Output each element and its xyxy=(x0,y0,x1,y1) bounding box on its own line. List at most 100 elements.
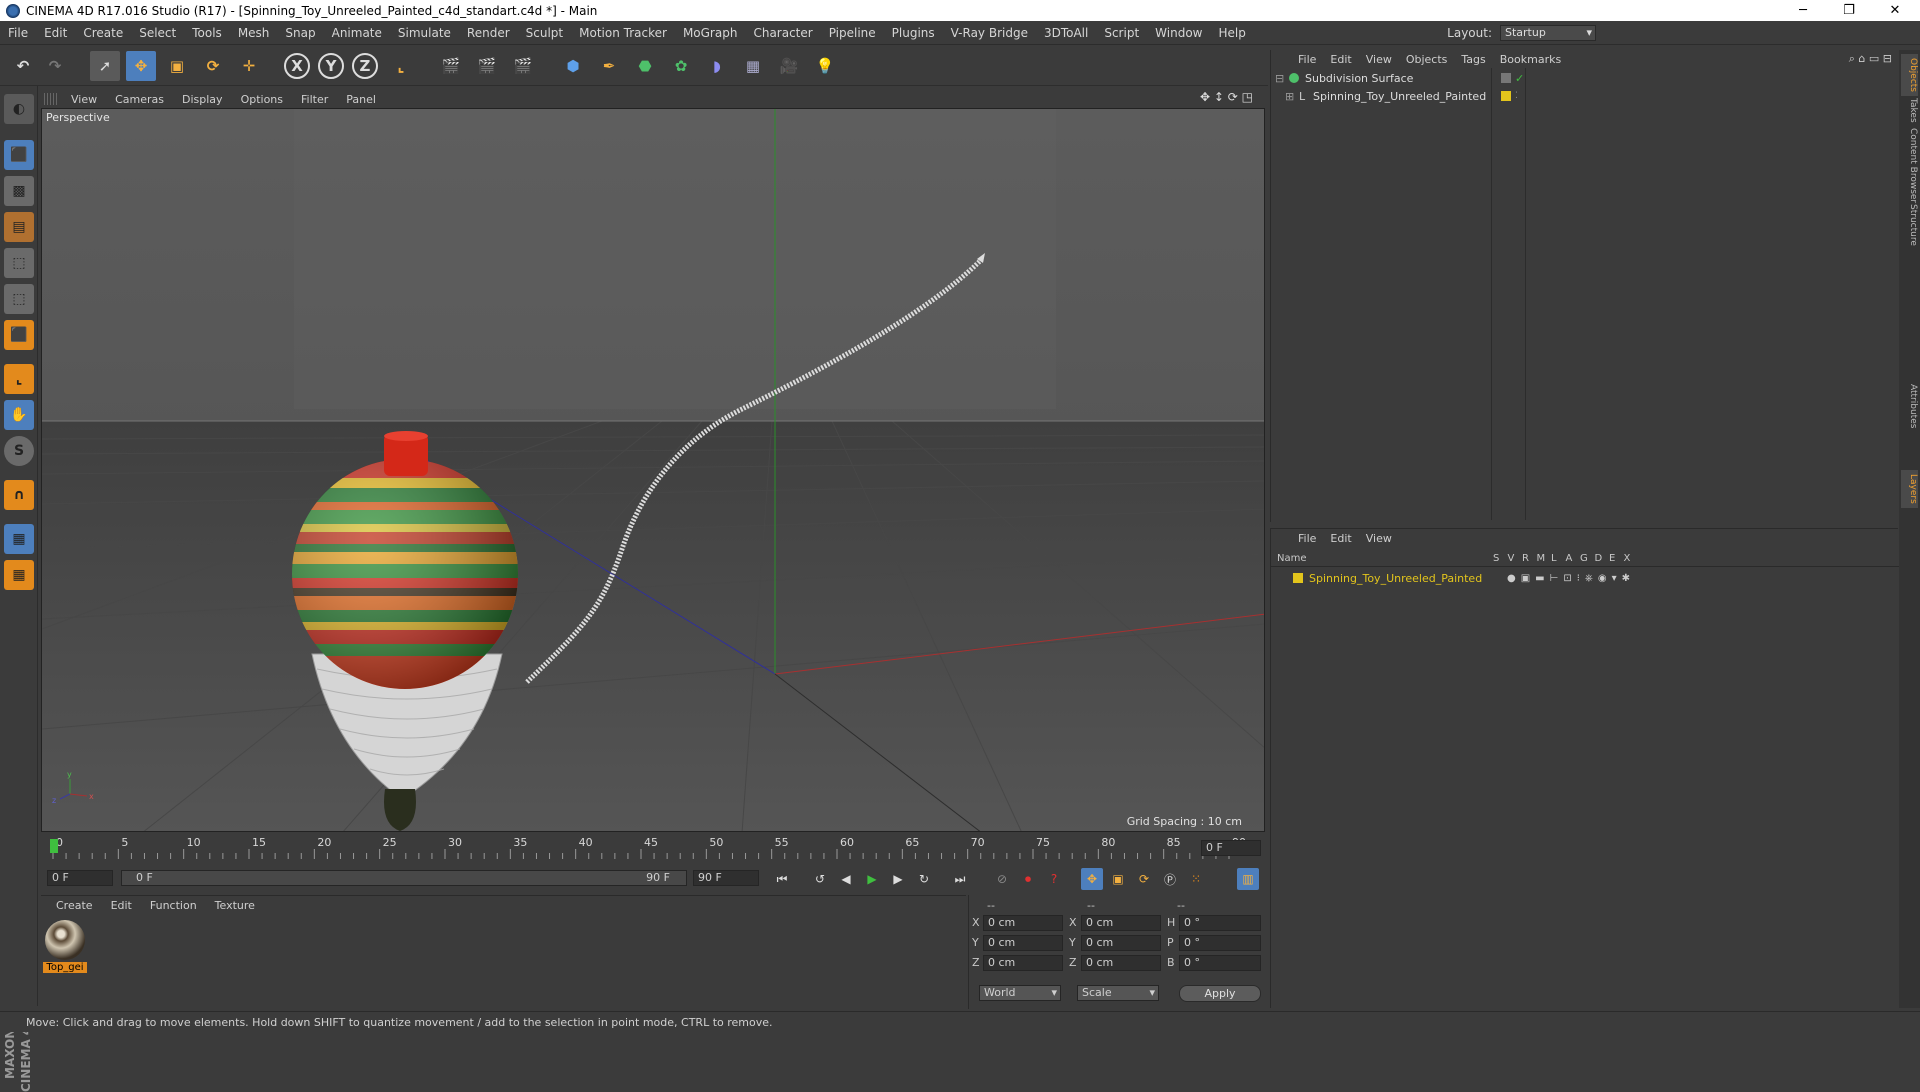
play-button[interactable]: ▶ xyxy=(861,868,883,890)
key-scale-button[interactable]: ▣ xyxy=(1107,868,1129,890)
menu-item-snap[interactable]: Snap xyxy=(277,26,323,40)
soft-selection-button[interactable]: ▦ xyxy=(4,560,34,590)
axis-y-lock-button[interactable]: Y xyxy=(318,53,344,79)
add-light-button[interactable]: 💡 xyxy=(810,51,840,81)
start-frame-field[interactable]: 0 F xyxy=(47,870,113,886)
viewport-menu-options[interactable]: Options xyxy=(232,93,292,106)
orbit-icon[interactable]: ⟳ xyxy=(1228,90,1238,104)
material-menu-texture[interactable]: Texture xyxy=(206,899,264,912)
menu-item-motion-tracker[interactable]: Motion Tracker xyxy=(571,26,675,40)
collapse-icon[interactable]: ⊟ xyxy=(1275,72,1285,85)
layer-column-v[interactable]: V xyxy=(1508,553,1515,564)
timeline-ruler[interactable]: 051015202530354045505560657075808590 0 F xyxy=(41,835,1266,861)
editor-visibility-icon[interactable] xyxy=(1501,73,1511,83)
layer-row[interactable]: Spinning_Toy_Unreeled_Painted ●▣▬⊢⊡⁝⎈◉▾✱ xyxy=(1281,569,1891,587)
enabled-check-icon[interactable]: ✓ xyxy=(1515,72,1524,85)
add-subdivision-button[interactable]: ⬣ xyxy=(630,51,660,81)
viewport-menu-panel[interactable]: Panel xyxy=(337,93,385,106)
viewport-menu-display[interactable]: Display xyxy=(173,93,232,106)
layer-column-x[interactable]: X xyxy=(1624,553,1631,564)
layer-color-swatch[interactable] xyxy=(1293,573,1303,583)
add-floor-button[interactable]: ▦ xyxy=(738,51,768,81)
menu-item-animate[interactable]: Animate xyxy=(324,26,390,40)
key-position-button[interactable]: ✥ xyxy=(1081,868,1103,890)
menu-item-script[interactable]: Script xyxy=(1096,26,1147,40)
layer-color-tag[interactable] xyxy=(1501,91,1511,101)
add-deformer-button[interactable]: ◗ xyxy=(702,51,732,81)
coord-size-y-field[interactable]: 0 cm xyxy=(1081,935,1161,951)
make-editable-button[interactable]: ◐ xyxy=(4,94,34,124)
undo-button[interactable]: ↶ xyxy=(8,51,38,81)
close-button[interactable]: ✕ xyxy=(1872,0,1918,21)
viewport-menu-view[interactable]: View xyxy=(62,93,106,106)
menu-item-character[interactable]: Character xyxy=(745,26,820,40)
visibility-dots-icon[interactable]: ⁚ xyxy=(1515,91,1518,101)
layer-column-r[interactable]: R xyxy=(1522,553,1529,564)
coord-position-z-field[interactable]: 0 cm xyxy=(983,955,1063,971)
coord-position-x-field[interactable]: 0 cm xyxy=(983,915,1063,931)
maximize-view-icon[interactable]: ◳ xyxy=(1242,90,1253,104)
object-row-subdivision-surface[interactable]: ⊟ Subdivision Surface ✓ xyxy=(1275,69,1875,87)
menu-item-window[interactable]: Window xyxy=(1147,26,1210,40)
object-menu-objects[interactable]: Objects xyxy=(1399,53,1455,66)
add-mograph-button[interactable]: ✿ xyxy=(666,51,696,81)
axis-z-lock-button[interactable]: Z xyxy=(352,53,378,79)
coord-size-x-field[interactable]: 0 cm xyxy=(1081,915,1161,931)
layer-column-l[interactable]: L xyxy=(1551,553,1557,564)
minimize-button[interactable]: ─ xyxy=(1780,0,1826,21)
new-view-icon[interactable]: ▭ xyxy=(1869,52,1879,65)
current-frame-field[interactable]: 0 F xyxy=(1201,840,1261,856)
menu-item-sculpt[interactable]: Sculpt xyxy=(518,26,571,40)
keyframe-selection-button[interactable]: ? xyxy=(1043,868,1065,890)
coord-rotation-p-field[interactable]: 0 ° xyxy=(1179,935,1261,951)
menu-item-edit[interactable]: Edit xyxy=(36,26,75,40)
magnet-button[interactable]: ∩ xyxy=(4,480,34,510)
snap-button[interactable]: S xyxy=(4,436,34,466)
layer-menu-view[interactable]: View xyxy=(1359,532,1399,545)
next-frame-button[interactable]: ▶ xyxy=(887,868,909,890)
move-tool-button[interactable]: ✥ xyxy=(126,51,156,81)
menu-item-render[interactable]: Render xyxy=(459,26,518,40)
apply-button[interactable]: Apply xyxy=(1179,985,1261,1002)
end-frame-field[interactable]: 90 F xyxy=(693,870,759,886)
menu-item-v-ray-bridge[interactable]: V-Ray Bridge xyxy=(943,26,1036,40)
frame-range-slider[interactable]: 0 F 90 F xyxy=(121,870,687,886)
object-menu-edit[interactable]: Edit xyxy=(1323,53,1358,66)
menu-item-tools[interactable]: Tools xyxy=(184,26,230,40)
render-to-picture-viewer-button[interactable]: 🎬 xyxy=(472,51,502,81)
goto-end-button[interactable]: ⏭ xyxy=(949,868,971,890)
layer-column-s[interactable]: S xyxy=(1493,553,1499,564)
home-icon[interactable]: ⌂ xyxy=(1858,52,1865,65)
workplane-lock-button[interactable]: ▦ xyxy=(4,524,34,554)
polygons-mode-button[interactable]: ⬛ xyxy=(4,320,34,350)
side-tab-content-browser[interactable]: Content Browser xyxy=(1901,124,1918,207)
layer-column-g[interactable]: G xyxy=(1580,553,1588,564)
scale-tool-button[interactable]: ▣ xyxy=(162,51,192,81)
add-spline-button[interactable]: ✒ xyxy=(594,51,624,81)
pan-icon[interactable]: ✥ xyxy=(1200,90,1210,104)
side-tab-attributes[interactable]: Attributes xyxy=(1901,380,1918,432)
axis-x-lock-button[interactable]: X xyxy=(284,53,310,79)
material-menu-function[interactable]: Function xyxy=(141,899,206,912)
coord-size-z-field[interactable]: 0 cm xyxy=(1081,955,1161,971)
menu-item-simulate[interactable]: Simulate xyxy=(390,26,459,40)
layout-dropdown[interactable]: Startup ▾ xyxy=(1500,25,1596,41)
menu-item-file[interactable]: File xyxy=(0,26,36,40)
timeline-playhead[interactable] xyxy=(50,839,58,853)
viewport-menu-filter[interactable]: Filter xyxy=(292,93,337,106)
coord-rotation-b-field[interactable]: 0 ° xyxy=(1179,955,1261,971)
side-tab-structure[interactable]: Structure xyxy=(1901,200,1918,250)
prev-frame-button[interactable]: ◀ xyxy=(835,868,857,890)
redo-button[interactable]: ↷ xyxy=(40,51,70,81)
live-selection-button[interactable]: ✛ xyxy=(234,51,264,81)
goto-start-button[interactable]: ⏮ xyxy=(771,868,793,890)
add-cube-button[interactable]: ⬢ xyxy=(558,51,588,81)
rotate-tool-button[interactable]: ⟳ xyxy=(198,51,228,81)
goto-next-key-button[interactable]: ↻ xyxy=(913,868,935,890)
render-view-button[interactable]: 🎬 xyxy=(436,51,466,81)
layer-column-a[interactable]: A xyxy=(1566,553,1573,564)
texture-mode-button[interactable]: ▩ xyxy=(4,176,34,206)
menu-item-3dtoall[interactable]: 3DToAll xyxy=(1036,26,1096,40)
menu-item-help[interactable]: Help xyxy=(1210,26,1253,40)
workplane-mode-button[interactable]: ▤ xyxy=(4,212,34,242)
